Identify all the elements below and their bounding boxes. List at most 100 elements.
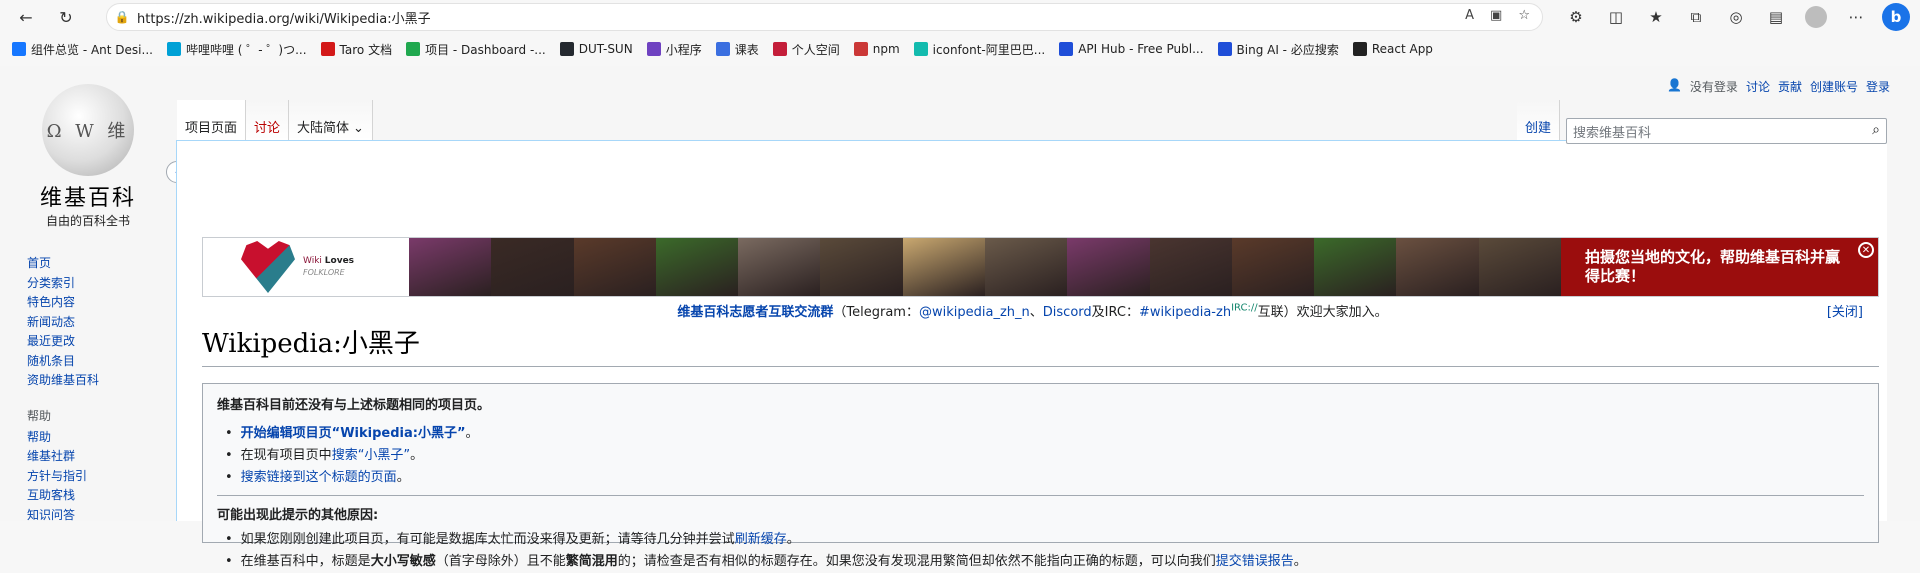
bookmark-item[interactable]: 组件总览 - Ant Desi... [12,41,153,58]
sidebar-item[interactable]: 特色内容 [27,293,167,313]
search-title-link[interactable]: 搜索“小黑子” [332,448,410,463]
sidebar-item[interactable]: 最近更改 [27,332,167,352]
extensions-icon[interactable]: ⚙ [1562,3,1590,31]
favorite-star-icon[interactable]: ☆ [1518,8,1530,23]
refresh-icon[interactable]: ↻ [50,1,82,33]
tab-talk[interactable]: 讨论 [246,100,290,140]
what-links-here-link[interactable]: 搜索链接到这个标题的页面 [241,470,397,485]
banner-photo [902,238,985,296]
irc-link[interactable]: #wikipedia-zh [1139,305,1231,320]
wikipedia-logo[interactable]: Ω W 维 维基百科 自由的百科全书 [36,84,140,229]
reason-text: 的；请检查是否有相似的标题存在。如果您没有发现混用繁简但却依然不能指向正确的标题… [617,554,1216,569]
create-page-link[interactable]: 开始编辑项目页“Wikipedia:小黑子” [241,426,466,441]
sidebar-item[interactable]: 知识问答 [27,506,167,526]
content-area: Wiki Loves FOLKLORE 拍摄您当地的文化，帮助维基百科并赢得比赛… [176,140,1888,569]
wlf-wiki: Wiki [303,255,322,266]
notice-item-whatlinkshere: 搜索链接到这个标题的页面。 [225,467,1864,489]
personal-link-contributions[interactable]: 贡献 [1778,78,1802,95]
sidebar-item[interactable]: 方针与指引 [27,467,167,487]
bookmark-favicon-icon [559,42,574,56]
sidebar-item[interactable]: 互助客栈 [27,486,167,506]
bookmark-label: Taro 文档 [339,42,393,57]
banner-photo [1149,238,1232,296]
bookmark-label: 哔哩哔哩 ( ゜- ゜)つ... [185,42,307,57]
bookmark-item[interactable]: npm [853,42,900,56]
telegram-link[interactable]: @wikipedia_zh_n [919,305,1030,320]
site-notice-close-link[interactable]: [关闭] [1827,301,1863,320]
puzzle-heart-icon [241,241,295,293]
chevron-down-icon: ⌄ [353,121,364,136]
favorites-icon[interactable]: ★ [1642,3,1670,31]
lock-icon[interactable]: 🔒 [107,10,137,24]
banner-photo [738,238,821,296]
sidebar-item[interactable]: 资助维基百科 [27,371,167,391]
bookmark-item[interactable]: 哔哩哔哩 ( ゜- ゜)つ... [166,41,307,58]
search-placeholder: 搜索维基百科 [1573,125,1652,141]
bookmark-item[interactable]: 个人空间 [772,41,840,58]
bookmark-item[interactable]: 项目 - Dashboard -... [406,41,546,58]
tab-create[interactable]: 创建 [1517,100,1561,140]
sidebar-item[interactable]: 新闻动态 [27,313,167,333]
bookmark-favicon-icon [772,42,787,56]
campaign-banner[interactable]: Wiki Loves FOLKLORE 拍摄您当地的文化，帮助维基百科并赢得比赛… [202,237,1879,297]
sidebar-item[interactable]: 随机条目 [27,352,167,372]
notice-item-create: 开始编辑项目页“Wikipedia:小黑子”。 [225,423,1864,445]
bookmark-item[interactable]: 小程序 [646,41,702,58]
personal-link-talk[interactable]: 讨论 [1746,78,1770,95]
search-input[interactable]: 搜索维基百科 ⌕ [1566,118,1887,144]
bookmark-favicon-icon [913,42,928,56]
bug-report-link[interactable]: 提交错误报告 [1216,554,1294,569]
banner-photo [573,238,656,296]
back-icon[interactable]: ← [10,1,42,33]
bookmark-item[interactable]: iconfont-阿里巴巴... [913,41,1046,58]
banner-photo [1067,238,1150,296]
banner-photo [1231,238,1315,296]
bookmark-item[interactable]: 课表 [715,41,759,58]
bookmark-item[interactable]: API Hub - Free Publ... [1059,42,1204,56]
personal-link-create-account[interactable]: 创建账号 [1810,78,1858,95]
screenshot-icon[interactable]: ▤ [1762,3,1790,31]
search-icon[interactable]: ⌕ [1872,122,1880,138]
profile-avatar[interactable] [1802,3,1830,31]
app-available-icon[interactable]: ▣ [1490,8,1502,23]
notice-divider [217,495,1864,496]
bookmark-item[interactable]: React App [1352,42,1433,56]
tab-variant-dropdown[interactable]: 大陆简体 ⌄ [289,100,373,140]
wlf-loves: Loves [324,255,355,266]
tab-project-page[interactable]: 项目页面 [177,100,247,140]
personal-tools: 👤 没有登录 讨论 贡献 创建账号 登录 [1667,78,1890,95]
sidebar-item[interactable]: 首页 [27,254,167,274]
split-screen-icon[interactable]: ◫ [1602,3,1630,31]
bookmark-label: iconfont-阿里巴巴... [932,42,1046,57]
site-notice: 维基百科志愿者互联交流群（Telegram：@wikipedia_zh_n、Di… [177,301,1888,320]
banner-message[interactable]: 拍摄您当地的文化，帮助维基百科并赢得比赛！ ✕ [1561,238,1878,296]
purge-cache-link[interactable]: 刷新缓存 [735,532,787,547]
puzzle-globe-icon: Ω W 维 [42,84,134,176]
bookmark-item[interactable]: Bing AI - 必应搜索 [1217,41,1339,58]
bookmark-favicon-icon [406,42,421,56]
sidebar-item[interactable]: 分类索引 [27,274,167,294]
bookmark-item[interactable]: Taro 文档 [320,41,393,58]
url-text[interactable]: https://zh.wikipedia.org/wiki/Wikipedia:… [137,8,431,27]
banner-close-icon[interactable]: ✕ [1858,242,1874,258]
discord-link[interactable]: Discord [1043,305,1092,320]
collections-icon[interactable]: ⧉ [1682,3,1710,31]
bookmark-label: 个人空间 [791,42,840,57]
reason-item-cache: 如果您刚刚创建此项目页，有可能是数据库太忙而没来得及更新；请等待几分钟并尝试刷新… [225,529,1864,551]
sidebar-item[interactable]: 帮助 [27,428,167,448]
more-menu-icon[interactable]: ⋯ [1842,3,1870,31]
banner-photo [1314,238,1397,296]
address-bar[interactable]: 🔒 https://zh.wikipedia.org/wiki/Wikipedi… [106,3,1543,31]
bookmark-item[interactable]: DUT-SUN [559,42,633,56]
personal-link-login[interactable]: 登录 [1866,78,1890,95]
bookmark-favicon-icon [1352,42,1367,56]
sidebar-item[interactable]: 维基社群 [27,447,167,467]
logo-title: 维基百科 [39,186,136,211]
user-icon: 👤 [1666,78,1682,92]
volunteer-group-link[interactable]: 维基百科志愿者互联交流群 [677,305,833,320]
bookmark-favicon-icon [1059,42,1074,56]
notice-separator: 、 [1029,305,1043,320]
browser-essentials-icon[interactable]: ◎ [1722,3,1750,31]
read-aloud-icon[interactable]: A [1465,8,1474,23]
bing-copilot-icon[interactable]: b [1882,3,1910,31]
